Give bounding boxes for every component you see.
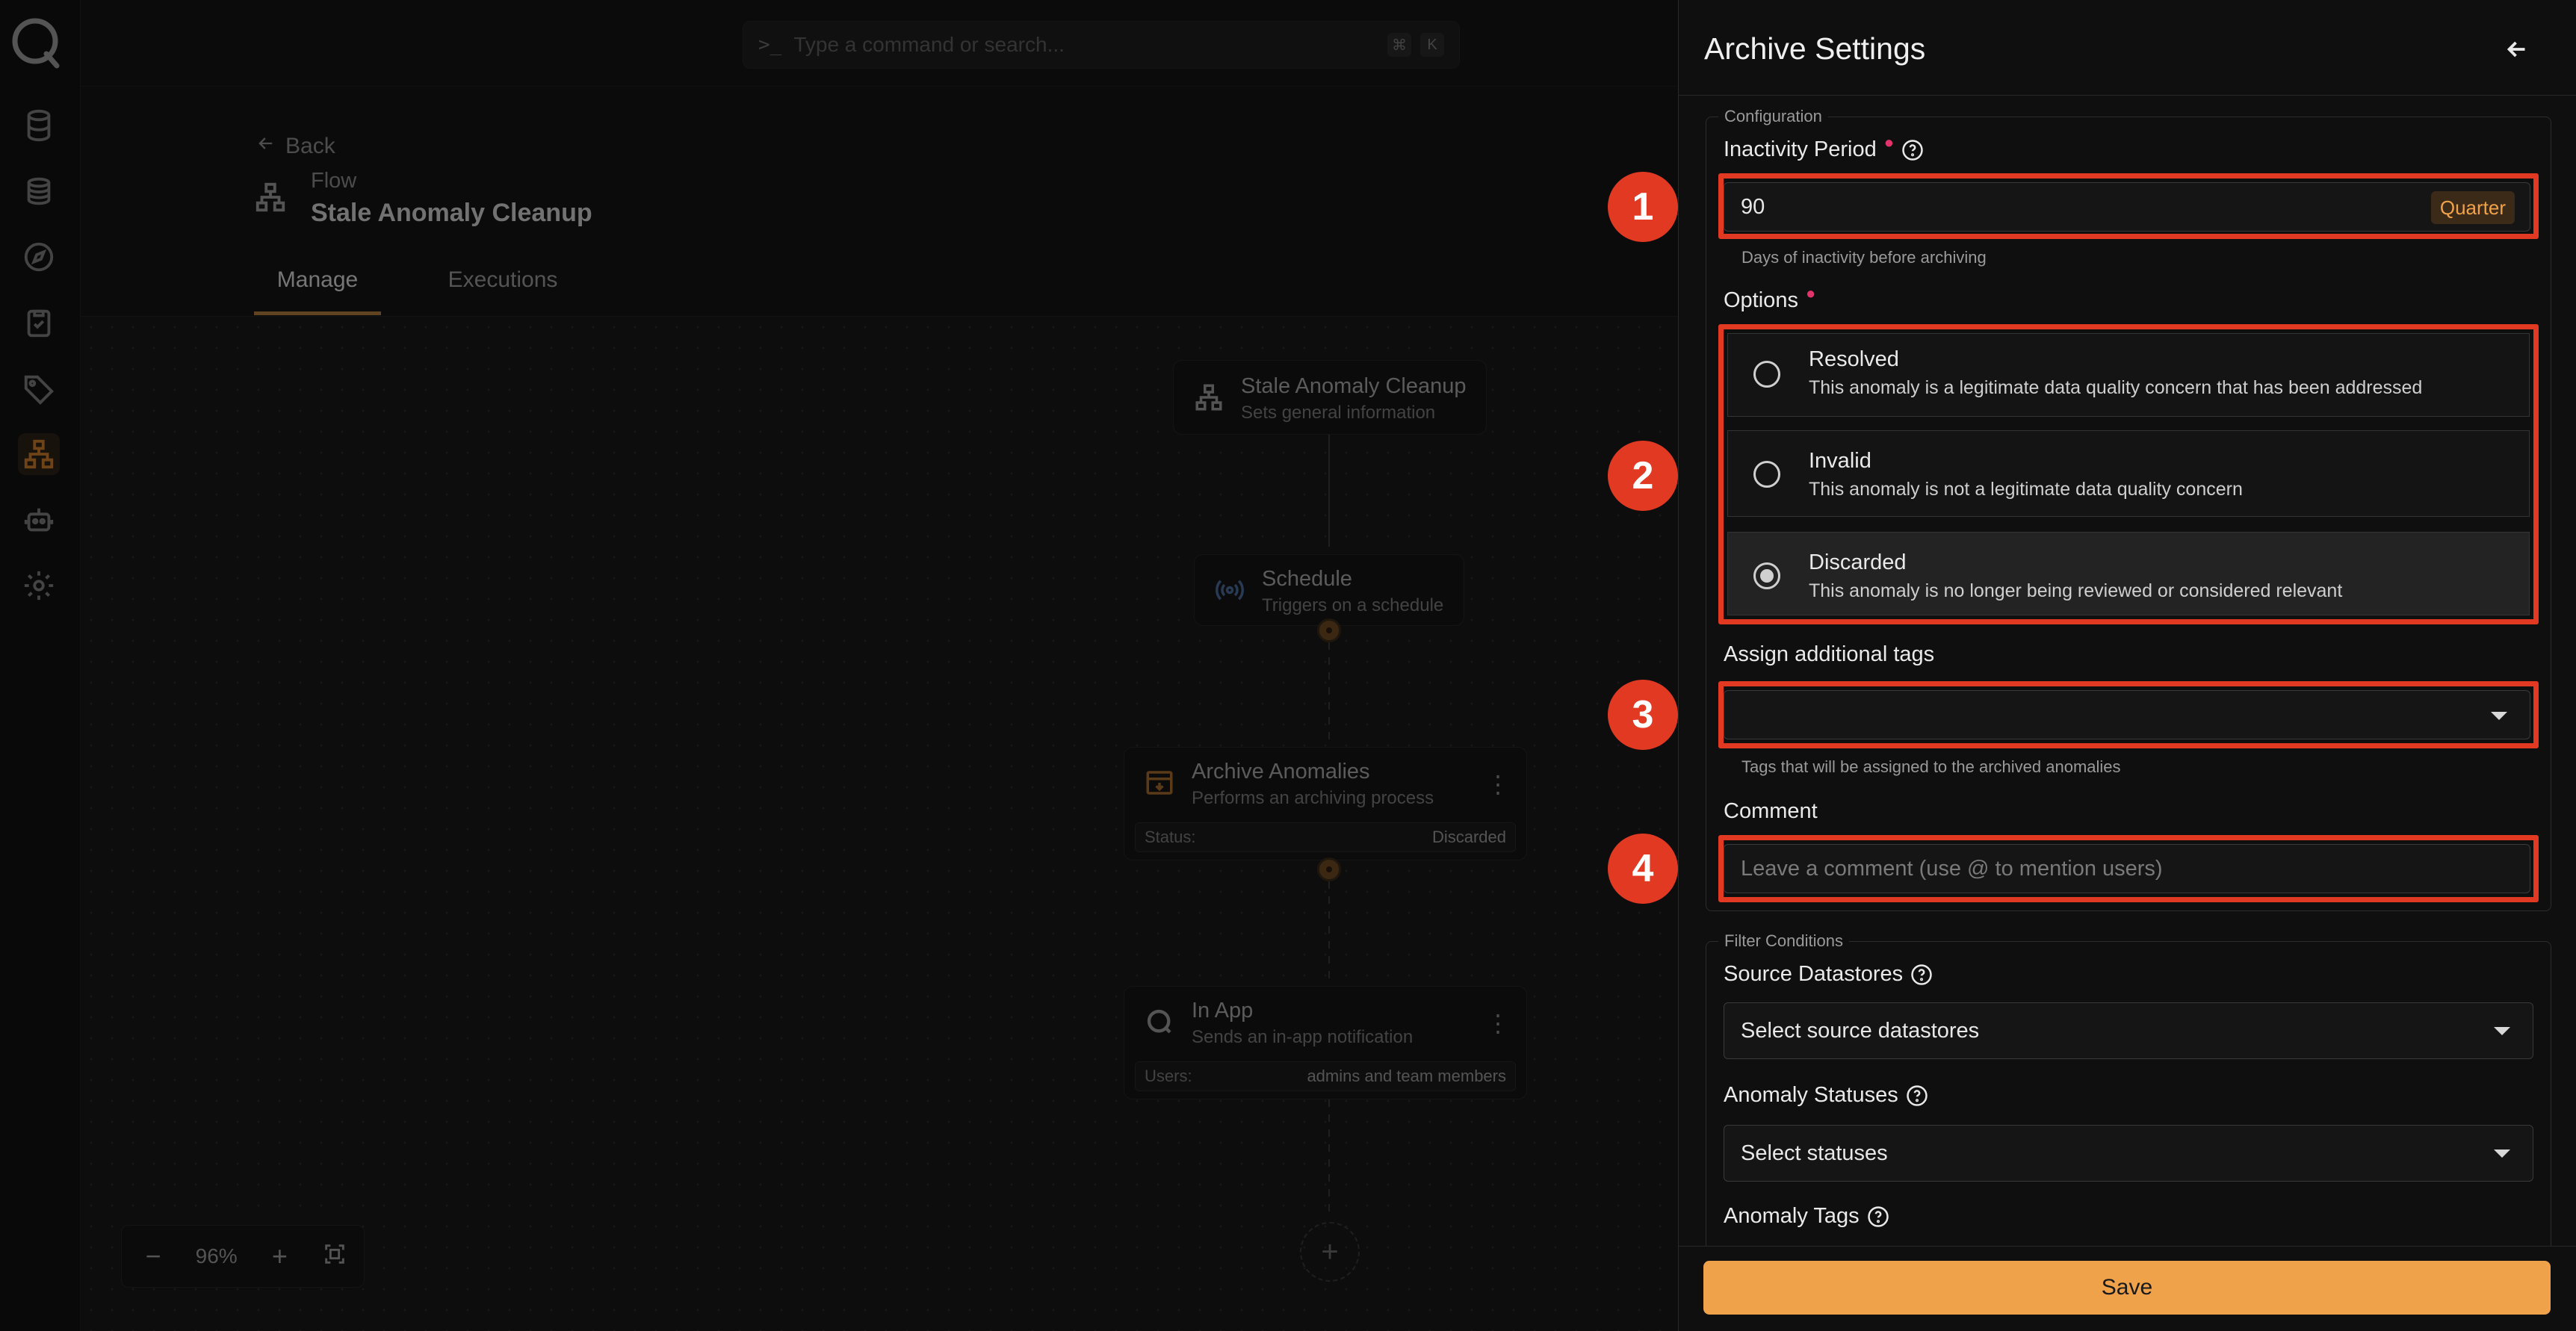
anomaly-tags-text: Anomaly Tags — [1724, 1204, 1860, 1228]
help-circle-icon[interactable] — [1901, 139, 1924, 161]
help-circle-icon[interactable] — [1867, 1206, 1889, 1228]
annotation-badge-3: 3 — [1608, 680, 1678, 750]
source-datastores-label: Source Datastores — [1724, 962, 1933, 987]
help-circle-icon[interactable] — [1910, 964, 1933, 986]
panel-title: Archive Settings — [1704, 31, 1926, 66]
annotation-badge-4: 4 — [1608, 834, 1678, 904]
chevron-down-icon — [2494, 1027, 2510, 1035]
options-text: Options — [1724, 288, 1798, 312]
required-marker: ● — [1805, 283, 1816, 302]
app-background: >_ Type a command or search... ⌘ K Back … — [0, 0, 1678, 1331]
annotation-badge-1: 1 — [1608, 172, 1678, 242]
annotation-badge-2: 2 — [1608, 441, 1678, 511]
annotation-box-3 — [1718, 681, 2539, 748]
panel-header: Archive Settings — [1679, 0, 2576, 96]
inactivity-period-label: Inactivity Period ● — [1724, 133, 1924, 162]
filter-legend: Filter Conditions — [1718, 931, 1849, 951]
anomaly-statuses-placeholder: Select statuses — [1741, 1141, 1888, 1165]
inactivity-period-text: Inactivity Period — [1724, 137, 1877, 161]
annotation-box-2 — [1718, 324, 2539, 624]
source-datastores-placeholder: Select source datastores — [1741, 1018, 1980, 1043]
anomaly-statuses-label: Anomaly Statuses — [1724, 1083, 1928, 1108]
anomaly-tags-label: Anomaly Tags — [1724, 1204, 1889, 1229]
modal-overlay[interactable] — [0, 0, 1678, 1331]
configuration-legend: Configuration — [1718, 107, 1828, 126]
help-circle-icon[interactable] — [1906, 1085, 1928, 1107]
source-datastores-select[interactable]: Select source datastores — [1724, 1002, 2533, 1059]
annotation-box-4 — [1718, 835, 2539, 902]
source-datastores-text: Source Datastores — [1724, 962, 1904, 986]
assign-tags-label: Assign additional tags — [1724, 642, 1934, 667]
save-button[interactable]: Save — [1703, 1261, 2551, 1315]
assign-tags-text: Assign additional tags — [1724, 642, 1935, 666]
options-label: Options ● — [1724, 284, 1815, 313]
anomaly-statuses-select[interactable]: Select statuses — [1724, 1125, 2533, 1182]
required-marker: ● — [1883, 132, 1894, 152]
chevron-down-icon — [2494, 1150, 2510, 1158]
tags-hint: Tags that will be assigned to the archiv… — [1741, 757, 2121, 776]
inactivity-hint: Days of inactivity before archiving — [1741, 248, 1987, 267]
comment-text: Comment — [1724, 799, 1818, 823]
comment-label: Comment — [1724, 799, 1818, 824]
arrow-left-icon[interactable] — [2504, 36, 2530, 63]
annotation-box-1 — [1718, 173, 2539, 239]
anomaly-statuses-text: Anomaly Statuses — [1724, 1083, 1898, 1107]
